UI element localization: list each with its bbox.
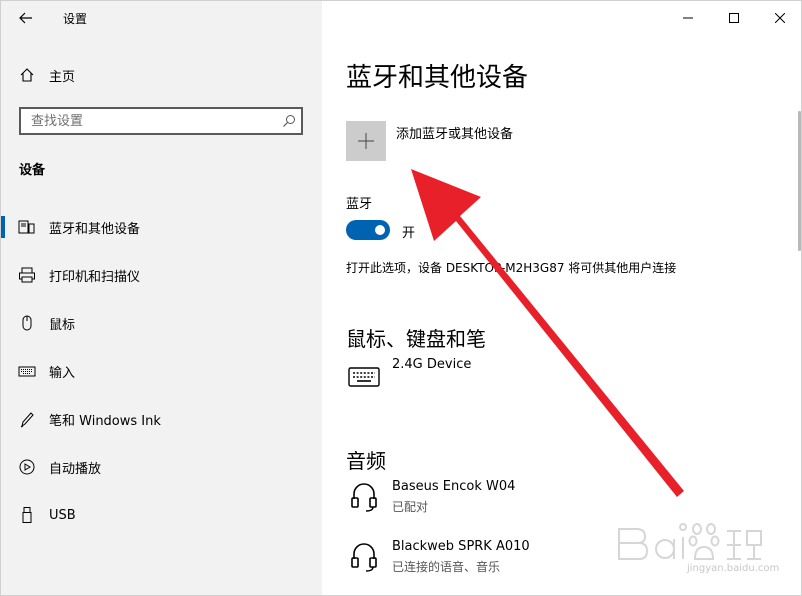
autoplay-icon: [18, 458, 36, 476]
sidebar-item-bluetooth[interactable]: 蓝牙和其他设备: [1, 207, 322, 247]
discoverable-text: 打开此选项，设备 DESKTOP-M2H3G87 将可供其他用户连接: [346, 261, 677, 275]
keyboard-icon: [346, 359, 382, 395]
sidebar-item-label: 笔和 Windows Ink: [49, 413, 161, 429]
bluetooth-label: 蓝牙: [346, 197, 373, 212]
nav-pane: 设置 主页 设备: [1, 1, 322, 595]
section-title: 设备: [19, 163, 46, 178]
title-bar: 设置: [1, 1, 322, 35]
sidebar-item-label: 蓝牙和其他设备: [49, 221, 141, 237]
maximize-button[interactable]: [711, 1, 757, 35]
scrollbar-thumb[interactable]: [798, 111, 801, 251]
sidebar-item-label: 打印机和扫描仪: [49, 269, 141, 285]
home-icon: [20, 68, 34, 82]
toggle-knob: [375, 225, 385, 235]
content-pane: 蓝牙和其他设备 添加蓝牙或其他设备 蓝牙 开 打开此选项，设备 DESKTOP-…: [322, 1, 801, 595]
close-button[interactable]: [757, 1, 801, 35]
device-status: 已连接的语音、音乐: [392, 560, 501, 574]
sidebar-item-printers[interactable]: 打印机和扫描仪: [1, 255, 322, 295]
search-icon[interactable]: [277, 114, 301, 128]
sidebar-item-usb[interactable]: USB: [1, 495, 322, 535]
mouse-icon: [18, 314, 36, 332]
plus-icon: [358, 133, 374, 149]
app-title: 设置: [63, 12, 88, 26]
home-link[interactable]: 主页: [19, 65, 75, 85]
bluetooth-devices-icon: [18, 218, 36, 236]
minimize-icon: [683, 17, 693, 19]
page-title: 蓝牙和其他设备: [346, 63, 529, 93]
search-box[interactable]: [19, 107, 303, 135]
printer-icon: [18, 266, 36, 284]
device-status: 已配对: [392, 500, 429, 514]
close-icon: [775, 13, 785, 23]
sidebar-item-pen[interactable]: 笔和 Windows Ink: [1, 399, 322, 439]
home-label: 主页: [49, 69, 76, 85]
pen-icon: [18, 410, 36, 428]
toggle-state-label: 开: [402, 226, 416, 241]
sidebar-item-label: USB: [49, 507, 76, 523]
keyboard-icon: [18, 362, 36, 380]
search-input[interactable]: [29, 112, 277, 130]
mouse-section-title: 鼠标、键盘和笔: [346, 327, 486, 351]
device-name: Baseus Encok W04: [392, 479, 516, 494]
back-button[interactable]: [13, 7, 39, 29]
sidebar-item-typing[interactable]: 输入: [1, 351, 322, 391]
active-indicator: [1, 216, 5, 238]
device-name: Blackweb SPRK A010: [392, 539, 530, 554]
window-controls: [665, 1, 801, 35]
device-name: 2.4G Device: [392, 357, 472, 372]
sidebar-item-mouse[interactable]: 鼠标: [1, 303, 322, 343]
add-device-label[interactable]: 添加蓝牙或其他设备: [396, 123, 513, 142]
headset-icon: [346, 479, 382, 515]
minimize-button[interactable]: [665, 1, 711, 35]
watermark-url: jingyan.baidu.com: [687, 563, 780, 574]
headset-icon: [346, 539, 382, 575]
sidebar-item-label: 输入: [49, 365, 76, 381]
settings-window: 设置 主页 设备: [0, 0, 802, 596]
audio-section-title: 音频: [346, 449, 386, 473]
back-arrow-icon: [19, 12, 32, 24]
device-item[interactable]: 2.4G Device: [346, 357, 786, 405]
add-device-button[interactable]: [346, 121, 386, 161]
bluetooth-toggle[interactable]: [346, 220, 390, 240]
sidebar-item-autoplay[interactable]: 自动播放: [1, 447, 322, 487]
maximize-icon: [729, 13, 739, 23]
usb-icon: [18, 506, 36, 524]
sidebar-item-label: 自动播放: [49, 461, 102, 477]
sidebar-item-label: 鼠标: [49, 317, 76, 333]
